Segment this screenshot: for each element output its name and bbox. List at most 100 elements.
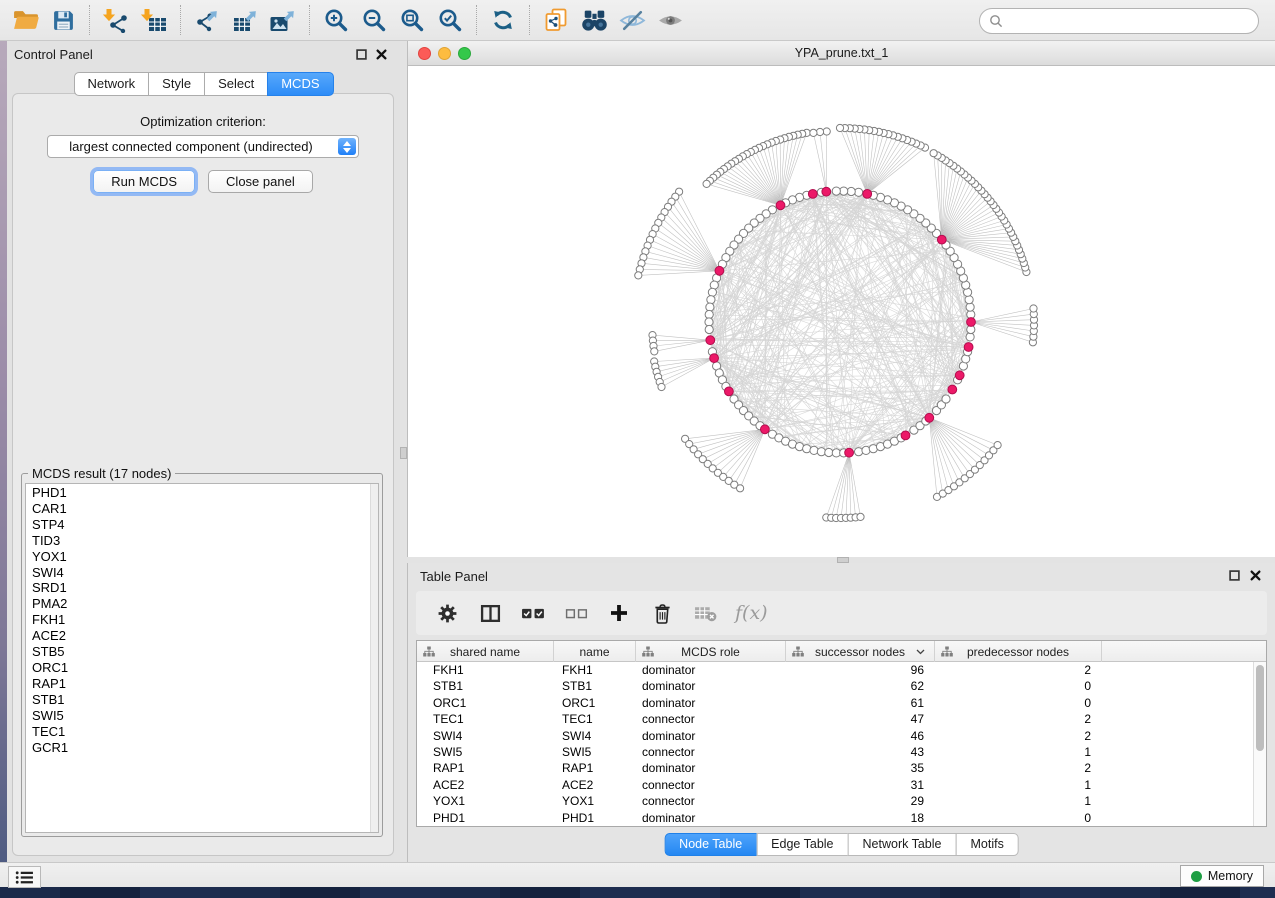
run-mcds-button[interactable]: Run MCDS — [93, 170, 195, 193]
select-all-button[interactable] — [520, 600, 546, 626]
mcds-result-item[interactable]: PMA2 — [26, 596, 378, 612]
table-settings-button[interactable] — [434, 600, 460, 626]
mcds-result-item[interactable]: FKH1 — [26, 612, 378, 628]
table-cell[interactable]: connector — [636, 793, 786, 809]
table-cell[interactable]: 31 — [786, 777, 935, 793]
table-cell[interactable]: TEC1 — [554, 711, 636, 727]
show-all-button[interactable] — [651, 3, 689, 37]
table-cell[interactable]: RAP1 — [554, 760, 636, 776]
table-cell[interactable]: SWI5 — [554, 744, 636, 760]
table-cell[interactable]: PHD1 — [417, 810, 554, 826]
column-header-mcds-role[interactable]: MCDS role — [636, 641, 786, 662]
mcds-result-item[interactable]: YOX1 — [26, 549, 378, 565]
close-panel-icon[interactable] — [374, 48, 388, 61]
table-cell[interactable]: 2 — [935, 760, 1102, 776]
table-row[interactable]: SWI4SWI4dominator462 — [417, 728, 1266, 744]
network-titlebar[interactable]: YPA_prune.txt_1 — [408, 41, 1275, 66]
table-cell[interactable]: YOX1 — [554, 793, 636, 809]
mcds-result-item[interactable]: ACE2 — [26, 628, 378, 644]
table-cell[interactable]: ORC1 — [554, 695, 636, 711]
table-row[interactable]: ACE2ACE2connector311 — [417, 777, 1266, 793]
float-window-icon[interactable] — [1227, 569, 1241, 582]
table-row[interactable]: STB1STB1dominator620 — [417, 678, 1266, 694]
table-cell[interactable]: 1 — [935, 793, 1102, 809]
table-cell[interactable]: 29 — [786, 793, 935, 809]
mcds-result-item[interactable]: PHD1 — [26, 485, 378, 501]
table-cell[interactable]: 96 — [786, 662, 935, 678]
table-cell[interactable]: ACE2 — [417, 777, 554, 793]
column-header-name[interactable]: name — [554, 641, 636, 662]
table-cell[interactable]: 2 — [935, 728, 1102, 744]
tab-network-table[interactable]: Network Table — [848, 833, 957, 856]
first-neighbors-button[interactable] — [575, 3, 613, 37]
export-table-button[interactable] — [226, 3, 264, 37]
splitter-grip[interactable] — [400, 447, 407, 459]
tab-style[interactable]: Style — [148, 72, 205, 96]
table-cell[interactable]: 35 — [786, 760, 935, 776]
table-cell[interactable]: YOX1 — [417, 793, 554, 809]
tab-network[interactable]: Network — [73, 72, 149, 96]
table-cell[interactable]: ORC1 — [417, 695, 554, 711]
table-cell[interactable]: ACE2 — [554, 777, 636, 793]
mcds-result-scrollbar[interactable] — [370, 484, 378, 832]
apply-layout-button[interactable] — [484, 3, 522, 37]
deselect-all-button[interactable] — [563, 600, 589, 626]
table-cell[interactable]: dominator — [636, 695, 786, 711]
table-cell[interactable]: 1 — [935, 777, 1102, 793]
table-cell[interactable]: PHD1 — [554, 810, 636, 826]
table-cell[interactable]: 46 — [786, 728, 935, 744]
mcds-result-item[interactable]: GCR1 — [26, 740, 378, 756]
mcds-result-item[interactable]: TEC1 — [26, 724, 378, 740]
task-history-button[interactable] — [8, 866, 41, 888]
network-canvas[interactable] — [408, 66, 1275, 557]
tab-select[interactable]: Select — [204, 72, 268, 96]
table-cell[interactable]: 62 — [786, 678, 935, 694]
table-cell[interactable]: dominator — [636, 760, 786, 776]
show-column-button[interactable] — [477, 600, 503, 626]
vertical-splitter[interactable] — [400, 41, 407, 862]
tab-mcds[interactable]: MCDS — [267, 72, 333, 96]
table-row[interactable]: FKH1FKH1dominator962 — [417, 662, 1266, 678]
table-row[interactable]: SWI5SWI5connector431 — [417, 744, 1266, 760]
table-row[interactable]: TEC1TEC1connector472 — [417, 711, 1266, 727]
table-cell[interactable]: STB1 — [554, 678, 636, 694]
share-network-button[interactable] — [537, 3, 575, 37]
table-cell[interactable]: 18 — [786, 810, 935, 826]
mcds-result-item[interactable]: STP4 — [26, 517, 378, 533]
destroy-table-button[interactable] — [692, 600, 718, 626]
table-cell[interactable]: 61 — [786, 695, 935, 711]
table-cell[interactable]: 2 — [935, 711, 1102, 727]
column-header-predecessor-nodes[interactable]: predecessor nodes — [935, 641, 1102, 662]
table-cell[interactable]: SWI4 — [554, 728, 636, 744]
table-row[interactable]: RAP1RAP1dominator352 — [417, 760, 1266, 776]
table-cell[interactable]: connector — [636, 744, 786, 760]
table-cell[interactable]: 1 — [935, 744, 1102, 760]
table-scrollbar-thumb[interactable] — [1256, 665, 1264, 751]
table-cell[interactable]: connector — [636, 777, 786, 793]
table-cell[interactable]: SWI4 — [417, 728, 554, 744]
tab-node-table[interactable]: Node Table — [664, 833, 757, 856]
column-header-successor-nodes[interactable]: successor nodes — [786, 641, 935, 662]
export-image-button[interactable] — [264, 3, 302, 37]
table-cell[interactable]: 0 — [935, 678, 1102, 694]
table-cell[interactable]: 0 — [935, 810, 1102, 826]
column-header-shared-name[interactable]: shared name — [417, 641, 554, 662]
mcds-result-item[interactable]: SWI4 — [26, 565, 378, 581]
function-builder-button[interactable]: f(x) — [735, 600, 768, 626]
table-cell[interactable]: 43 — [786, 744, 935, 760]
table-cell[interactable]: dominator — [636, 810, 786, 826]
zoom-out-button[interactable] — [355, 3, 393, 37]
table-cell[interactable]: dominator — [636, 678, 786, 694]
tab-motifs[interactable]: Motifs — [955, 833, 1018, 856]
search-input[interactable] — [1008, 11, 1258, 31]
table-row[interactable]: ORC1ORC1dominator610 — [417, 695, 1266, 711]
float-window-icon[interactable] — [354, 48, 368, 61]
table-cell[interactable]: 47 — [786, 711, 935, 727]
open-session-button[interactable] — [6, 3, 44, 37]
save-session-button[interactable] — [44, 3, 82, 37]
table-cell[interactable]: 0 — [935, 695, 1102, 711]
export-network-button[interactable] — [188, 3, 226, 37]
import-network-button[interactable] — [97, 3, 135, 37]
zoom-fit-button[interactable] — [393, 3, 431, 37]
mcds-result-item[interactable]: STB5 — [26, 644, 378, 660]
